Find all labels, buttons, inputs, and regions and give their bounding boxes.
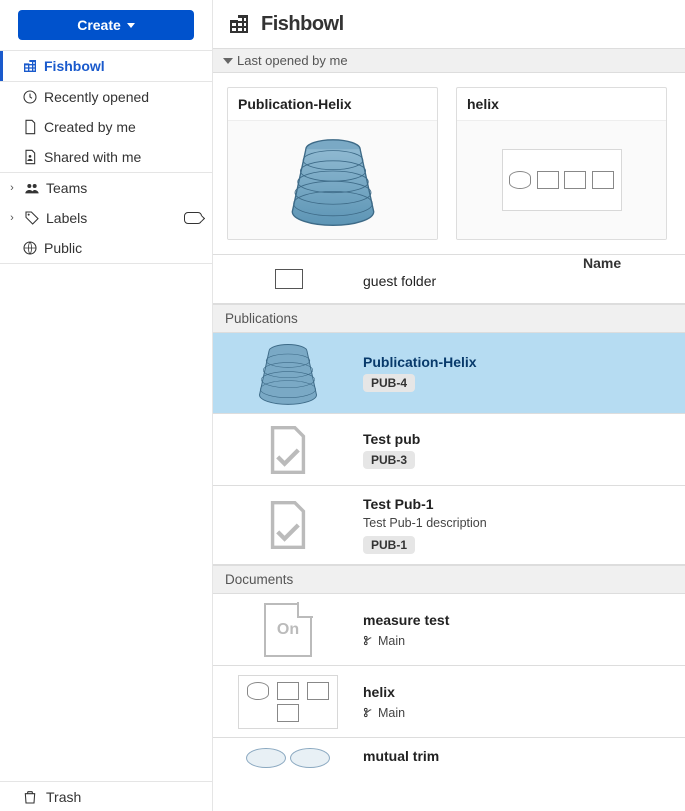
list-row-publication[interactable]: Test pub PUB-3: [213, 414, 685, 486]
row-name: Test pub: [363, 431, 677, 447]
sidebar: Create Fishbowl Recently opened Created …: [0, 0, 213, 811]
sidebar-item-label: Shared with me: [44, 149, 141, 165]
section-last-opened[interactable]: Last opened by me: [213, 48, 685, 73]
clock-icon: [22, 89, 38, 105]
row-workspace: Main: [363, 634, 677, 648]
row-badge: PUB-1: [363, 536, 415, 554]
table-header-row: Name guest folder: [213, 254, 685, 304]
list-row-document[interactable]: helix Main: [213, 666, 685, 738]
row-name: guest folder: [363, 273, 677, 289]
branch-icon: [363, 635, 374, 646]
nav-list-trash: Trash: [0, 781, 212, 811]
nav-list-2: Recently opened Created by me Shared wit…: [0, 81, 212, 173]
sidebar-item-trash[interactable]: Trash: [0, 781, 212, 811]
sidebar-item-fishbowl[interactable]: Fishbowl: [0, 51, 212, 81]
building-icon: [227, 12, 251, 36]
sidebar-item-teams[interactable]: › Teams: [0, 173, 212, 203]
nav-list: Fishbowl: [0, 50, 212, 81]
mutual-trim-icon: [246, 748, 330, 768]
building-icon: [22, 58, 38, 74]
onshape-doc-icon: On: [264, 603, 312, 657]
list-row-publication[interactable]: Test Pub-1 Test Pub-1 description PUB-1: [213, 486, 685, 565]
publication-icon: [267, 501, 309, 549]
card-title: helix: [457, 88, 666, 121]
row-description: Test Pub-1 description: [363, 516, 677, 530]
tag-icon: [24, 210, 40, 226]
group-header-documents: Documents: [213, 565, 685, 594]
file-user-icon: [22, 149, 38, 165]
row-name: measure test: [363, 612, 677, 628]
branch-icon: [363, 707, 374, 718]
chevron-right-icon: ›: [6, 182, 18, 194]
chevron-down-icon: [223, 58, 233, 64]
helix-icon: [250, 339, 326, 407]
row-name: Publication-Helix: [363, 354, 677, 370]
list-row-publication[interactable]: Publication-Helix PUB-4: [213, 333, 685, 414]
sidebar-item-created-by-me[interactable]: Created by me: [0, 112, 212, 142]
card-thumbnail: [228, 121, 437, 239]
chevron-right-icon: ›: [6, 212, 18, 224]
trash-icon: [22, 789, 38, 805]
caret-down-icon: [127, 23, 135, 28]
card-thumbnail: [457, 121, 666, 239]
file-icon: [22, 119, 38, 135]
sidebar-item-label: Fishbowl: [44, 58, 105, 74]
sidebar-item-label: Labels: [46, 210, 87, 226]
recent-cards: Publication-Helix helix: [213, 73, 685, 254]
sidebar-spacer: [0, 263, 212, 781]
main-content: Fishbowl Last opened by me Publication-H…: [213, 0, 685, 811]
row-name: helix: [363, 684, 677, 700]
page-title: Fishbowl: [261, 13, 344, 36]
section-label: Last opened by me: [237, 53, 348, 68]
sidebar-item-label: Recently opened: [44, 89, 149, 105]
row-name: Test Pub-1: [363, 496, 677, 512]
sidebar-item-label: Created by me: [44, 119, 136, 135]
list-row-document[interactable]: mutual trim: [213, 738, 685, 778]
drawing-icon: [502, 149, 622, 211]
list-row-folder[interactable]: guest folder: [213, 255, 685, 304]
recent-card[interactable]: Publication-Helix: [227, 87, 438, 240]
helix-icon: [268, 133, 398, 228]
sidebar-item-public[interactable]: Public: [0, 233, 212, 263]
sidebar-item-labels[interactable]: › Labels: [0, 203, 212, 233]
row-badge: PUB-4: [363, 374, 415, 392]
people-icon: [24, 180, 40, 196]
recent-card[interactable]: helix: [456, 87, 667, 240]
row-workspace: Main: [363, 706, 677, 720]
group-header-publications: Publications: [213, 304, 685, 333]
list-row-document[interactable]: On measure test Main: [213, 594, 685, 666]
create-button[interactable]: Create: [18, 10, 194, 40]
sidebar-item-recently-opened[interactable]: Recently opened: [0, 82, 212, 112]
sidebar-item-label: Public: [44, 240, 82, 256]
folder-icon: [275, 269, 303, 289]
label-pill-icon: [184, 212, 202, 224]
page-header: Fishbowl: [213, 0, 685, 48]
row-badge: PUB-3: [363, 451, 415, 469]
create-button-label: Create: [77, 17, 121, 33]
card-title: Publication-Helix: [228, 88, 437, 121]
drawing-icon: [238, 675, 338, 729]
sidebar-item-label: Trash: [46, 789, 81, 805]
sidebar-item-label: Teams: [46, 180, 87, 196]
globe-icon: [22, 240, 38, 256]
row-name: mutual trim: [363, 748, 677, 764]
nav-list-3: › Teams › Labels Public: [0, 173, 212, 263]
publication-icon: [267, 426, 309, 474]
sidebar-item-shared-with-me[interactable]: Shared with me: [0, 142, 212, 172]
